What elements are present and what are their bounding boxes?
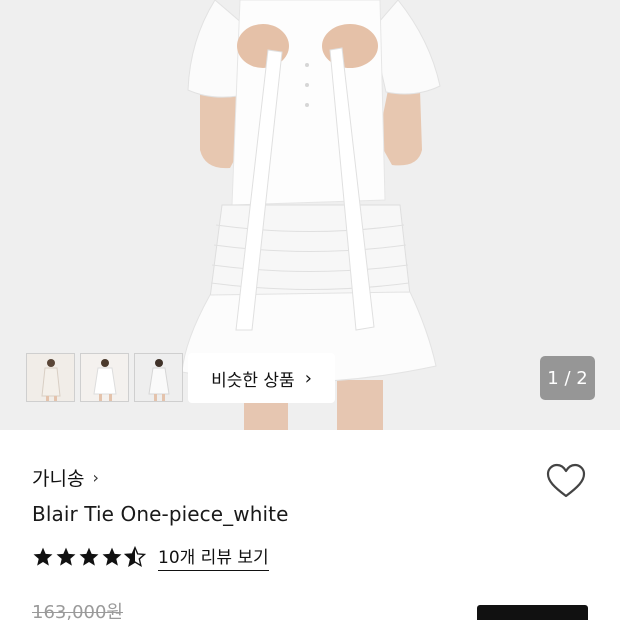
purchase-button[interactable] [477, 605, 588, 620]
brand-link[interactable]: 가니송 › [32, 464, 99, 491]
thumbnail-3[interactable] [134, 353, 183, 402]
similar-products-button[interactable]: 비슷한 상품 › [188, 353, 335, 403]
heart-outline-icon[interactable] [546, 463, 586, 499]
pager-text: 1 / 2 [547, 367, 588, 389]
product-image-gallery[interactable]: 비슷한 상품 › 1 / 2 [0, 0, 620, 430]
similar-products-label: 비슷한 상품 [211, 370, 295, 391]
product-info: 가니송 › Blair Tie One-piece_white 10개 리뷰 보… [0, 430, 620, 620]
product-title: Blair Tie One-piece_white [32, 502, 289, 526]
thumbnail-strip [26, 353, 183, 402]
chevron-right-icon: › [92, 468, 99, 487]
star-rating [32, 546, 146, 568]
chevron-right-icon: › [304, 367, 312, 389]
rating-row: 10개 리뷰 보기 [32, 543, 269, 571]
brand-name: 가니송 [32, 468, 85, 490]
star-half-icon [124, 546, 146, 568]
star-icon [79, 547, 99, 566]
star-icon [56, 547, 76, 566]
thumbnail-2[interactable] [80, 353, 129, 402]
thumbnail-1[interactable] [26, 353, 75, 402]
image-pager: 1 / 2 [540, 356, 595, 400]
original-price: 163,000원 [32, 602, 123, 620]
star-icon [102, 547, 122, 566]
reviews-link[interactable]: 10개 리뷰 보기 [158, 543, 269, 571]
star-icon [33, 547, 53, 566]
